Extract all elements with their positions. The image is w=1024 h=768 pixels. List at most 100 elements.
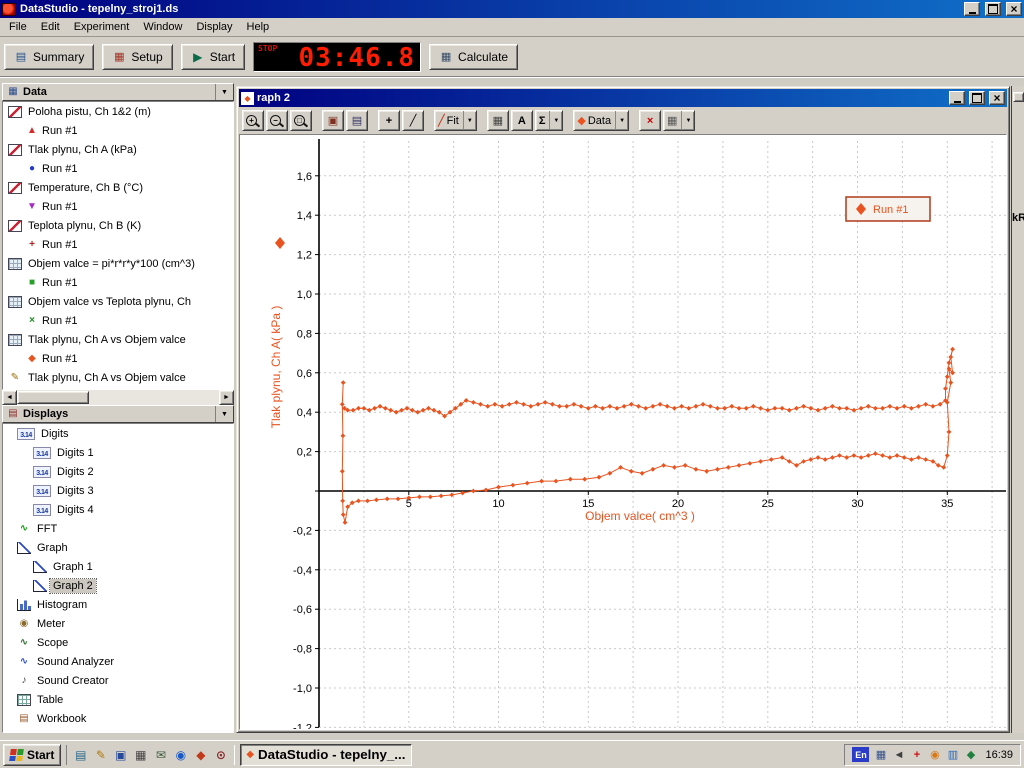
tray-volume-icon[interactable]: ◄ xyxy=(891,747,906,762)
data-horizontal-scrollbar[interactable]: ◄ ► xyxy=(2,390,234,405)
tray-scheduler-icon[interactable]: ◆ xyxy=(963,747,978,762)
menu-item[interactable]: Window xyxy=(136,19,189,35)
displays-tree-item[interactable]: Sound Analyzer xyxy=(3,652,233,671)
displays-tree-item[interactable]: FFT xyxy=(3,519,233,538)
displays-tree-item[interactable]: Graph xyxy=(3,538,233,557)
graph-window-titlebar[interactable]: ◆ raph 2 xyxy=(239,89,1007,107)
zoom-out-button[interactable]: − xyxy=(266,110,288,131)
setup-button[interactable]: Setup xyxy=(102,44,172,70)
displays-tree-item[interactable]: Digits 1 xyxy=(3,443,233,462)
chart-plot-area[interactable]: -1,2-1,0-0,8-0,6-0,4-0,20,20,40,60,81,01… xyxy=(239,134,1007,730)
data-tree-item[interactable]: Objem valce = pi*r*r*y*100 (cm^3) xyxy=(3,254,233,273)
data-tree-item[interactable]: Temperature, Ch B (°C) xyxy=(3,178,233,197)
start-menu-button[interactable]: Start xyxy=(3,744,61,766)
graph-maximize-button[interactable] xyxy=(969,91,985,105)
zoom-in-button[interactable]: + xyxy=(242,110,264,131)
menu-item[interactable]: Help xyxy=(240,19,277,35)
remove-button[interactable]: × xyxy=(639,110,661,131)
displays-tree-item[interactable]: Meter xyxy=(3,614,233,633)
tree-item-icon xyxy=(33,447,51,459)
displays-panel-caret-icon[interactable]: ▼ xyxy=(215,406,233,422)
quicklaunch-mail-icon[interactable]: ✉ xyxy=(152,746,169,763)
data-tree-item[interactable]: Tlak plynu, Ch A vs Objem valce xyxy=(3,368,233,387)
graph-minimize-button[interactable] xyxy=(949,91,965,105)
calculate-button[interactable]: Calculate xyxy=(429,44,518,70)
tray-icons: ▦ ◄ + ◉ ▥ ◆ xyxy=(873,747,978,762)
tree-item-icon xyxy=(17,675,31,687)
button-glyph-icon: ╱ xyxy=(438,114,445,127)
scale-to-fit-button[interactable]: ▣ xyxy=(322,110,344,131)
displays-tree-item[interactable]: Graph 2 xyxy=(3,576,233,595)
taskbar-task-button[interactable]: ◆ DataStudio - tepelny_... xyxy=(240,744,412,766)
maximize-button[interactable] xyxy=(985,2,1001,16)
button-glyph-icon: □ xyxy=(294,115,305,126)
data-tree-item[interactable]: ■ Run #1 xyxy=(3,273,233,292)
smart-tool-button[interactable]: + xyxy=(378,110,400,131)
minimize-button[interactable] xyxy=(964,2,980,16)
data-tree-item[interactable]: Tlak plynu, Ch A vs Objem valce xyxy=(3,330,233,349)
tray-network-icon[interactable]: ▥ xyxy=(945,747,960,762)
data-tree-item[interactable]: ▲ Run #1 xyxy=(3,121,233,140)
displays-panel-header[interactable]: Displays ▼ xyxy=(2,405,234,423)
zoom-select-button[interactable]: □ xyxy=(290,110,312,131)
calculator-button[interactable]: ▦ xyxy=(487,110,509,131)
keyboard-language-indicator[interactable]: En xyxy=(852,747,869,762)
displays-tree-item[interactable]: Digits 4 xyxy=(3,500,233,519)
displays-tree-item[interactable]: Histogram xyxy=(3,595,233,614)
data-tree-item[interactable]: ● Run #1 xyxy=(3,159,233,178)
tray-keyboard-icon[interactable]: ▦ xyxy=(873,747,888,762)
scrollbar-thumb[interactable] xyxy=(17,391,89,404)
displays-tree-item[interactable]: Digits 3 xyxy=(3,481,233,500)
displays-tree-item[interactable]: Workbook xyxy=(3,709,233,728)
statistics-menu-button[interactable]: Σ ▼ xyxy=(535,110,564,131)
graph-close-button[interactable] xyxy=(989,91,1005,105)
tree-item-label: Workbook xyxy=(34,712,89,726)
main-titlebar[interactable]: DataStudio - tepelny_stroj1.ds xyxy=(0,0,1024,18)
displays-tree-item[interactable]: Digits xyxy=(3,424,233,443)
displays-tree-item[interactable]: Scope xyxy=(3,633,233,652)
data-tree-item[interactable]: Objem valce vs Teplota plynu, Ch xyxy=(3,292,233,311)
data-tree-item[interactable]: + Run #1 xyxy=(3,235,233,254)
setup-label: Setup xyxy=(131,50,162,64)
quicklaunch-media-icon[interactable]: ◆ xyxy=(192,746,209,763)
tray-antivirus-icon[interactable]: + xyxy=(909,747,924,762)
text-annotation-button[interactable]: A xyxy=(511,110,533,131)
close-button[interactable] xyxy=(1006,2,1022,16)
data-tree-item[interactable]: ▼ Run #1 xyxy=(3,197,233,216)
menu-item[interactable]: Edit xyxy=(34,19,67,35)
data-tree-item[interactable]: Tlak plynu, Ch A (kPa) xyxy=(3,140,233,159)
slope-tool-button[interactable]: ╱ xyxy=(402,110,424,131)
data-tree-item[interactable]: × Run #1 xyxy=(3,311,233,330)
align-axes-button[interactable]: ▤ xyxy=(346,110,368,131)
data-panel-caret-icon[interactable]: ▼ xyxy=(215,84,233,100)
menu-item[interactable]: Experiment xyxy=(67,19,137,35)
quicklaunch-help-icon[interactable]: ⊙ xyxy=(212,746,229,763)
displays-tree-item[interactable]: Table xyxy=(3,690,233,709)
scroll-right-icon[interactable]: ► xyxy=(219,390,234,405)
start-button[interactable]: Start xyxy=(181,44,245,70)
fragment-text: kR xyxy=(1012,212,1024,224)
fit-menu-button[interactable]: ╱ Fit ▼ xyxy=(434,110,477,131)
menu-item[interactable]: Display xyxy=(189,19,239,35)
quicklaunch-keyboard-icon[interactable]: ▦ xyxy=(132,746,149,763)
graph-window: ◆ raph 2 + − □ ▣ xyxy=(236,86,1010,733)
menu-item[interactable]: File xyxy=(2,19,34,35)
quicklaunch-desktop-icon[interactable]: ▤ xyxy=(72,746,89,763)
tray-display-icon[interactable]: ◉ xyxy=(927,747,942,762)
quicklaunch-browser-icon[interactable]: ◉ xyxy=(172,746,189,763)
displays-tree-item[interactable]: Sound Creator xyxy=(3,671,233,690)
summary-button[interactable]: Summary xyxy=(4,44,94,70)
data-menu-button[interactable]: ◆ Data ▼ xyxy=(573,110,629,131)
timer-display: STOP 03:46.8 xyxy=(253,42,421,72)
windows-logo-icon xyxy=(9,749,24,761)
grid-settings-button[interactable]: ▦ ▼ xyxy=(663,110,695,131)
data-panel-header[interactable]: Data ▼ xyxy=(2,83,234,101)
displays-tree-item[interactable]: Digits 2 xyxy=(3,462,233,481)
data-tree-item[interactable]: Poloha pistu, Ch 1&2 (m) xyxy=(3,102,233,121)
quicklaunch-window-icon[interactable]: ▣ xyxy=(112,746,129,763)
scroll-left-icon[interactable]: ◄ xyxy=(2,390,17,405)
data-tree-item[interactable]: Teplota plynu, Ch B (K) xyxy=(3,216,233,235)
data-tree-item[interactable]: ◆ Run #1 xyxy=(3,349,233,368)
displays-tree-item[interactable]: Graph 1 xyxy=(3,557,233,576)
quicklaunch-notes-icon[interactable]: ✎ xyxy=(92,746,109,763)
